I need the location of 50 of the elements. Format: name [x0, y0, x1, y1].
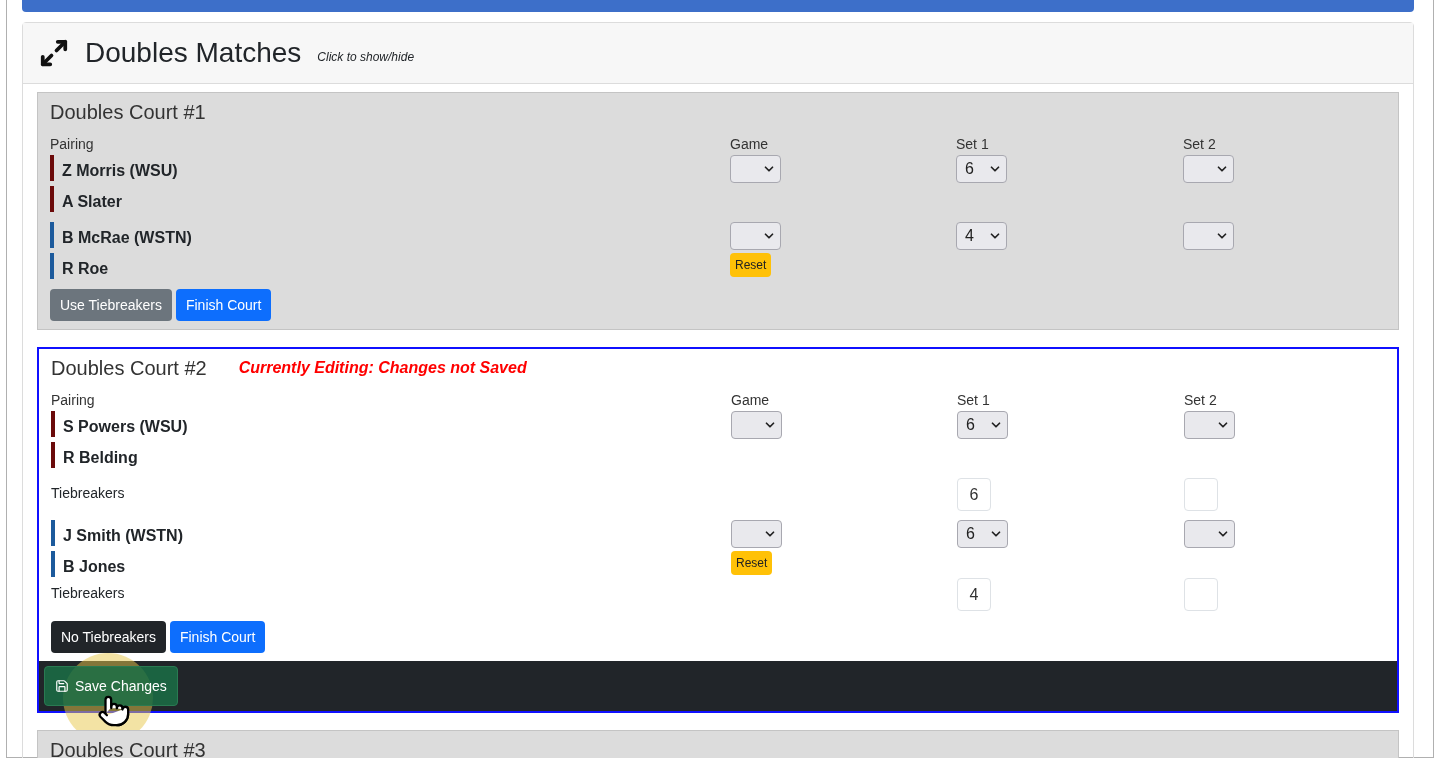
- court-title: Doubles Court #3: [50, 738, 206, 758]
- court-button[interactable]: Use Tiebreakers: [50, 289, 172, 321]
- column-label: Set 1: [956, 135, 990, 153]
- player-name: S Powers (WSU): [63, 419, 188, 435]
- player-name: B McRae (WSTN): [62, 230, 192, 246]
- column-label: Set 2: [1184, 391, 1218, 409]
- score-select[interactable]: [1184, 411, 1235, 439]
- court-button[interactable]: Finish Court: [175, 289, 272, 321]
- player-name: R Belding: [63, 450, 138, 466]
- tiebreaker-input[interactable]: 6: [957, 478, 991, 511]
- score-select[interactable]: [1183, 222, 1234, 250]
- player-name: Z Morris (WSU): [62, 163, 178, 179]
- score-select[interactable]: [1183, 155, 1234, 183]
- column-label: Game: [731, 391, 771, 409]
- score-select[interactable]: [731, 411, 782, 439]
- player-name: J Smith (WSTN): [63, 528, 183, 544]
- player-name: B Jones: [63, 559, 126, 575]
- score-select[interactable]: 6: [956, 155, 1007, 183]
- court-button[interactable]: No Tiebreakers: [51, 621, 166, 653]
- column-label: Pairing: [51, 391, 96, 409]
- tiebreaker-input[interactable]: 4: [957, 578, 991, 611]
- score-select[interactable]: [1184, 520, 1235, 548]
- tiebreaker-input[interactable]: [1184, 478, 1218, 511]
- score-select[interactable]: [731, 520, 782, 548]
- editing-notice: Currently Editing: Changes not Saved: [238, 358, 527, 378]
- expand-arrows-icon: [39, 38, 69, 68]
- section-title: Doubles Matches: [85, 36, 302, 70]
- reset-button[interactable]: Reset: [730, 253, 772, 277]
- save-icon: [55, 679, 69, 693]
- tiebreaker-input[interactable]: [1184, 578, 1218, 611]
- score-select[interactable]: [730, 222, 781, 250]
- show-hide-hint: Click to show/hide: [317, 49, 415, 66]
- score-select[interactable]: 6: [957, 411, 1008, 439]
- tiebreakers-label: Tiebreakers: [51, 484, 126, 503]
- column-label: Game: [730, 135, 770, 153]
- save-changes-button[interactable]: Save Changes: [44, 666, 178, 706]
- score-select[interactable]: [730, 155, 781, 183]
- court-title: Doubles Court #2: [51, 356, 207, 381]
- section-header[interactable]: Doubles Matches Click to show/hide: [23, 23, 1413, 84]
- player-name: R Roe: [62, 261, 109, 277]
- score-select[interactable]: 4: [956, 222, 1007, 250]
- score-select[interactable]: 6: [957, 520, 1008, 548]
- court-title: Doubles Court #1: [50, 100, 206, 125]
- player-name: A Slater: [62, 194, 122, 210]
- reset-button[interactable]: Reset: [731, 551, 773, 575]
- court-button[interactable]: Finish Court: [169, 621, 266, 653]
- tiebreakers-label: Tiebreakers: [51, 584, 126, 603]
- column-label: Set 1: [957, 391, 991, 409]
- column-label: Pairing: [50, 135, 95, 153]
- column-label: Set 2: [1183, 135, 1217, 153]
